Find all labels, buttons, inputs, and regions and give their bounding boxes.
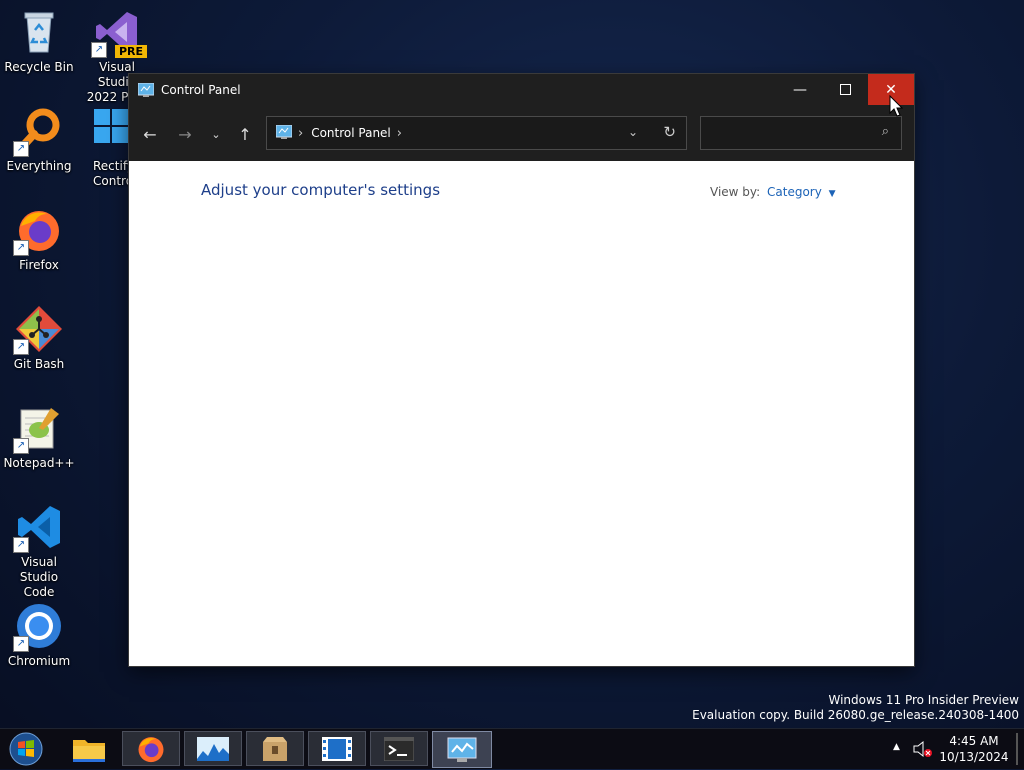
shortcut-arrow-icon: ↗ <box>13 438 29 454</box>
desktop-icon-visual-studio-code[interactable]: ↗ Visual Studio Code <box>1 503 77 600</box>
taskbar-firefox[interactable] <box>122 731 180 766</box>
package-icon <box>263 736 287 761</box>
shortcut-arrow-icon: ↗ <box>13 141 29 157</box>
page-heading: Adjust your computer's settings <box>201 181 441 199</box>
breadcrumb-control-panel[interactable]: Control Panel <box>311 126 391 140</box>
window-title: Control Panel <box>161 82 241 97</box>
taskbar-file-explorer[interactable] <box>60 731 118 766</box>
mouse-cursor-icon <box>889 94 904 120</box>
desktop-icon-chromium[interactable]: ↗ Chromium <box>1 602 77 669</box>
clock-time: 4:45 AM <box>949 734 999 748</box>
windows-orb-icon <box>9 732 43 766</box>
shortcut-arrow-icon: ↗ <box>13 240 29 256</box>
navigation-bar: ← → ⌄ ↑ › Control Panel › ⌄ ↻ ⌕ <box>129 105 914 162</box>
windows-watermark: Windows 11 Pro Insider Preview Evaluatio… <box>692 693 1019 723</box>
shortcut-arrow-icon: ↗ <box>13 636 29 652</box>
shortcut-arrow-icon: ↗ <box>13 339 29 355</box>
visual-studio-icon: PRE ↗ <box>91 8 147 58</box>
arrow-left-icon: ← <box>143 124 157 144</box>
control-panel-window: Control Panel — ✕ ← → ⌄ ↑ › Control Pane… <box>129 74 914 666</box>
vscode-icon: ↗ <box>13 503 63 553</box>
control-panel-icon <box>275 124 293 142</box>
desktop-icon-firefox[interactable]: ↗ Firefox <box>1 206 77 273</box>
desktop-icon-label: Everything <box>6 159 72 173</box>
breadcrumb-separator[interactable]: › <box>397 126 402 141</box>
search-icon: ⌕ <box>881 124 889 139</box>
taskbar-package-app[interactable] <box>246 731 304 766</box>
chromium-icon: ↗ <box>13 602 63 652</box>
chevron-down-icon: ⌄ <box>211 127 221 141</box>
search-box[interactable]: ⌕ <box>700 116 902 150</box>
desktop-icon-label: Git Bash <box>13 357 65 371</box>
folder-icon <box>73 739 105 762</box>
clock-date: 10/13/2024 <box>939 750 1009 764</box>
arrow-right-icon: → <box>178 124 192 144</box>
recycle-bin-icon <box>15 8 63 56</box>
task-manager-icon <box>197 736 229 761</box>
taskbar-media-app[interactable] <box>308 731 366 766</box>
desktop-icon-rectify-control[interactable]: Rectify Contro <box>74 107 134 189</box>
minimize-button[interactable]: — <box>777 74 823 105</box>
arrow-up-icon: ↑ <box>238 124 252 144</box>
show-hidden-icons-icon[interactable]: ▲ <box>893 742 900 752</box>
shortcut-arrow-icon: ↗ <box>91 42 107 58</box>
maximize-icon <box>839 84 851 95</box>
breadcrumb-separator: › <box>298 125 304 141</box>
control-panel-icon <box>447 737 477 762</box>
show-desktop-button[interactable] <box>1016 733 1018 765</box>
desktop-icon-label: Recycle Bin <box>4 60 74 74</box>
taskbar-control-panel[interactable] <box>432 731 492 768</box>
git-bash-icon: ↗ <box>13 305 63 355</box>
title-bar[interactable]: Control Panel — ✕ <box>129 74 914 105</box>
up-button[interactable]: ↑ <box>232 121 258 147</box>
address-history-dropdown-icon[interactable]: ⌄ <box>628 125 638 139</box>
firefox-icon: ↗ <box>13 206 63 256</box>
control-panel-icon <box>137 82 155 97</box>
desktop-icon-label: Notepad++ <box>3 456 75 470</box>
preview-badge: PRE <box>114 45 147 58</box>
notepad-plus-plus-icon: ↗ <box>13 404 63 454</box>
content-area: Adjust your computer's settings View by:… <box>129 161 914 666</box>
firefox-icon <box>138 736 164 762</box>
view-by-value: Category <box>767 185 822 199</box>
taskbar: ▲ 4:45 AM 10/13/2024 <box>0 728 1024 769</box>
film-icon <box>322 736 352 761</box>
refresh-icon[interactable]: ↻ <box>663 123 676 141</box>
desktop-icon-git-bash[interactable]: ↗ Git Bash <box>1 305 77 372</box>
watermark-line-2: Evaluation copy. Build 26080.ge_release.… <box>692 708 1019 722</box>
desktop-icon-notepad-plus-plus[interactable]: ↗ Notepad++ <box>1 404 77 471</box>
desktop-icon-label: Rectify Contro <box>93 159 134 188</box>
desktop-icon-recycle-bin[interactable]: Recycle Bin <box>1 8 77 75</box>
desktop-icon-everything[interactable]: ↗ Everything <box>1 107 77 174</box>
minimize-icon: — <box>793 81 807 98</box>
view-by-label: View by: <box>710 185 761 199</box>
everything-search-icon: ↗ <box>13 107 63 157</box>
taskbar-task-manager[interactable] <box>184 731 242 766</box>
desktop-icon-label: Chromium <box>7 654 71 668</box>
watermark-line-1: Windows 11 Pro Insider Preview <box>828 693 1019 707</box>
desktop-icon-label: Firefox <box>19 258 59 272</box>
back-button[interactable]: ← <box>137 121 163 147</box>
recent-locations-button[interactable]: ⌄ <box>203 121 229 147</box>
terminal-icon <box>384 736 414 761</box>
taskbar-terminal[interactable] <box>370 731 428 766</box>
start-button[interactable] <box>7 731 45 767</box>
caret-down-icon: ▼ <box>828 189 836 199</box>
view-by-dropdown[interactable]: Category ▼ <box>767 185 836 199</box>
maximize-button[interactable] <box>822 74 868 105</box>
volume-muted-icon[interactable] <box>913 740 933 761</box>
taskbar-clock[interactable]: 4:45 AM 10/13/2024 <box>937 733 1011 765</box>
desktop-icon-label: Visual Studio Code <box>19 555 59 599</box>
shortcut-arrow-icon: ↗ <box>13 537 29 553</box>
forward-button[interactable]: → <box>172 121 198 147</box>
address-bar[interactable]: › Control Panel › ⌄ ↻ <box>266 116 687 150</box>
